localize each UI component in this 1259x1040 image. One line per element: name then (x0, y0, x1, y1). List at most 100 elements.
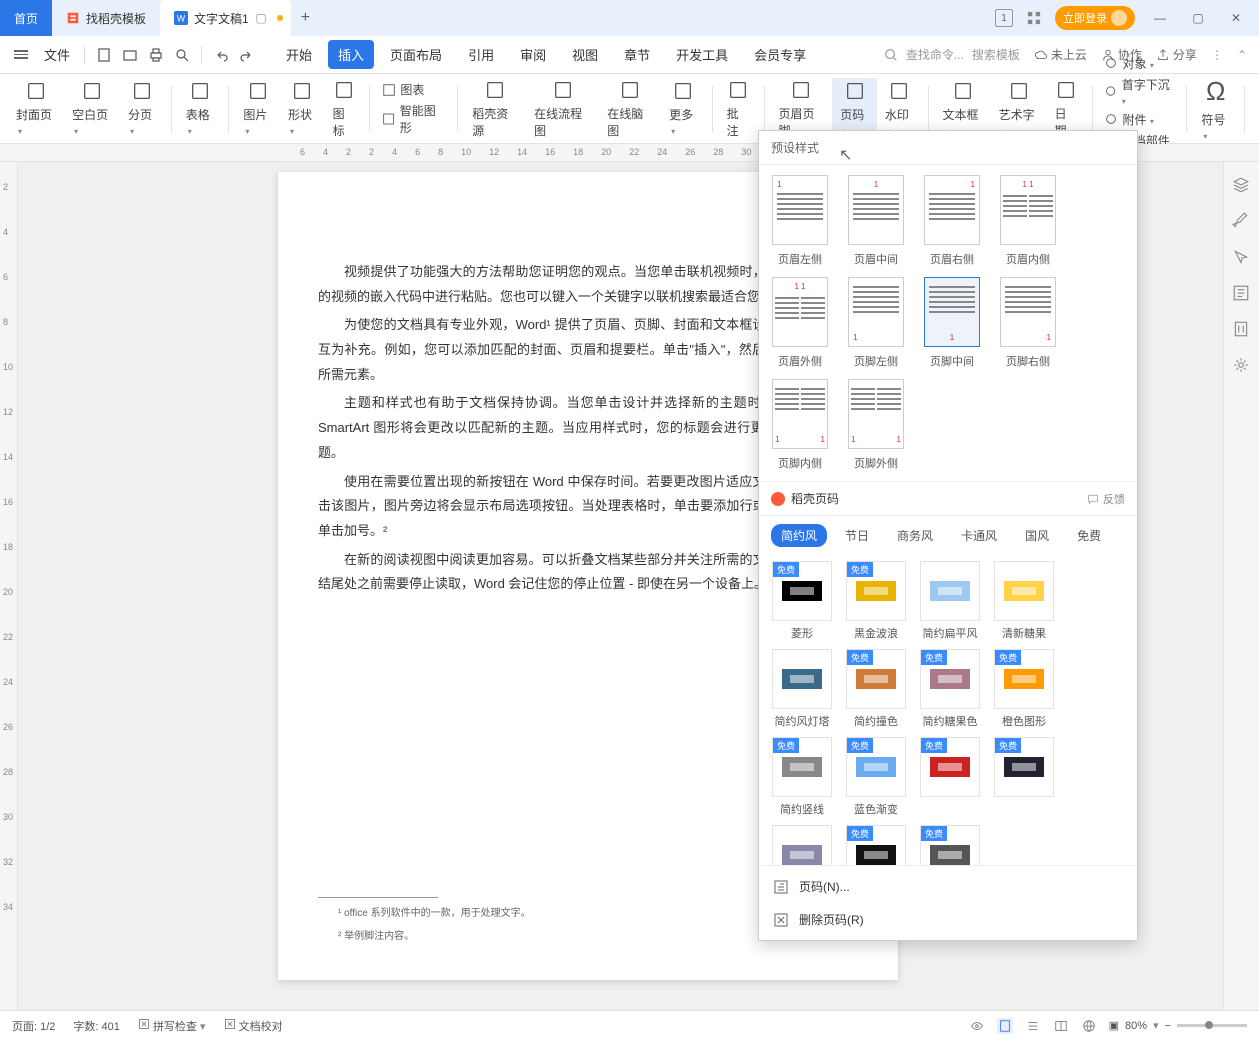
outline-view-icon[interactable] (1025, 1018, 1041, 1034)
settings-icon[interactable] (1232, 356, 1252, 376)
ribbon-图片[interactable]: 图片▾ (235, 78, 280, 140)
ribbon-分页[interactable]: 分页▾ (120, 78, 165, 140)
spell-check[interactable]: 拼写检查 ▾ (138, 1018, 206, 1034)
ribbon-封面页[interactable]: 封面页▾ (8, 78, 64, 140)
layers-icon[interactable] (1232, 176, 1252, 196)
template-简约扁平风[interactable]: 简约扁平风 (917, 561, 983, 641)
zoom-fit-icon[interactable]: ▣ (1109, 1019, 1119, 1032)
preset-页眉中间[interactable]: 1页眉中间 (843, 175, 909, 267)
ribbon-tab-7[interactable]: 开发工具 (666, 40, 738, 69)
styles-icon[interactable] (1232, 284, 1252, 304)
ribbon-对象[interactable]: 对象 ▾ (1104, 55, 1174, 72)
file-menu[interactable]: 文件 (38, 45, 76, 64)
ribbon-tab-5[interactable]: 视图 (562, 40, 608, 69)
ribbon-空白页[interactable]: 空白页▾ (64, 78, 120, 140)
template-清新糖果[interactable]: 清新糖果 (991, 561, 1057, 641)
zoom-slider[interactable] (1177, 1024, 1247, 1027)
word-count[interactable]: 字数: 401 (73, 1018, 119, 1034)
ribbon-附件[interactable]: 附件 ▾ (1104, 111, 1174, 128)
doc-proofing[interactable]: 文档校对 (224, 1018, 283, 1034)
ribbon-批注[interactable]: 批注 (719, 78, 758, 140)
web-view-icon[interactable] (1081, 1018, 1097, 1034)
cloud-status[interactable]: 未上云 (1034, 46, 1087, 63)
ribbon-在线脑图[interactable]: 在线脑图 (599, 78, 661, 140)
ribbon-符号[interactable]: Ω符号▾ (1193, 78, 1238, 140)
page-number-options[interactable]: 页码(N)... (759, 870, 1137, 903)
close-window-button[interactable]: ✕ (1223, 11, 1249, 25)
new-tab-button[interactable]: + (291, 0, 320, 36)
minimize-button[interactable]: — (1147, 11, 1173, 25)
ribbon-tab-1[interactable]: 插入 (328, 40, 374, 69)
maximize-button[interactable]: ▢ (1185, 11, 1211, 25)
ribbon-tab-2[interactable]: 页面布局 (380, 40, 452, 69)
preset-页脚右侧[interactable]: 1页脚右侧 (995, 277, 1061, 369)
thesaurus-icon[interactable] (1232, 320, 1252, 340)
ribbon-图标[interactable]: 图标 (325, 78, 364, 140)
reading-view-icon[interactable] (1053, 1018, 1069, 1034)
open-file-icon[interactable] (119, 44, 141, 66)
ribbon-更多[interactable]: 更多▾ (661, 78, 706, 140)
ribbon-表格[interactable]: 表格▾ (178, 78, 223, 140)
ribbon-形状[interactable]: 形状▾ (280, 78, 325, 140)
window-mode-icon[interactable]: 1 (995, 9, 1013, 27)
eye-mode-icon[interactable] (969, 1018, 985, 1034)
ribbon-稻壳资源[interactable]: 稻壳资源 (464, 78, 526, 140)
home-tab[interactable]: 首页 (0, 0, 52, 36)
ribbon-tab-6[interactable]: 章节 (614, 40, 660, 69)
template-黑金波浪[interactable]: 免费黑金波浪 (843, 561, 909, 641)
template-蓝色渐变[interactable]: 免费蓝色渐变 (843, 737, 909, 817)
ribbon-tab-3[interactable]: 引用 (458, 40, 504, 69)
zoom-level[interactable]: 80% (1125, 1020, 1147, 1032)
preset-页眉内侧[interactable]: 11页眉内侧 (995, 175, 1061, 267)
redo-icon[interactable] (236, 44, 258, 66)
template-简约糖果色[interactable]: 免费简约糖果色 (917, 649, 983, 729)
ribbon-tab-8[interactable]: 会员专享 (744, 40, 816, 69)
print-icon[interactable] (145, 44, 167, 66)
style-tab-卡通风[interactable]: 卡通风 (951, 524, 1007, 547)
template-10[interactable]: 免费 (917, 737, 983, 817)
preset-页脚外侧[interactable]: 11页脚外侧 (843, 379, 909, 471)
undo-icon[interactable] (210, 44, 232, 66)
template-橙色图形[interactable]: 免费橙色图形 (991, 649, 1057, 729)
pen-icon[interactable] (1232, 212, 1252, 232)
collapse-ribbon-icon[interactable]: ⌃ (1237, 48, 1247, 62)
document-tab[interactable]: W 文字文稿1 ▢ (160, 0, 291, 36)
style-tab-国风[interactable]: 国风 (1015, 524, 1059, 547)
template-简约风灯塔[interactable]: 简约风灯塔 (769, 649, 835, 729)
preset-页眉右侧[interactable]: 1页眉右侧 (919, 175, 985, 267)
template-14[interactable]: 免费 (917, 825, 983, 865)
template-12[interactable] (769, 825, 835, 865)
login-button[interactable]: 立即登录 (1055, 6, 1135, 30)
preset-页脚内侧[interactable]: 11页脚内侧 (767, 379, 833, 471)
delete-page-number[interactable]: 删除页码(R) (759, 903, 1137, 936)
style-tab-商务风[interactable]: 商务风 (887, 524, 943, 547)
command-search[interactable]: 查找命令... 搜索模板 (884, 46, 1020, 63)
ribbon-在线流程图[interactable]: 在线流程图 (526, 78, 599, 140)
ribbon-tab-0[interactable]: 开始 (276, 40, 322, 69)
ribbon-图表[interactable]: 图表 (382, 81, 445, 98)
more-menu-icon[interactable]: ⋮ (1211, 48, 1223, 62)
preset-页眉左侧[interactable]: 1页眉左侧 (767, 175, 833, 267)
style-tab-免费[interactable]: 免费 (1067, 524, 1111, 547)
hamburger-menu-icon[interactable] (14, 50, 28, 59)
template-11[interactable]: 免费 (991, 737, 1057, 817)
close-tab-icon[interactable]: ▢ (255, 11, 266, 25)
apps-grid-icon[interactable] (1025, 9, 1043, 27)
page-layout-view-icon[interactable] (997, 1018, 1013, 1034)
feedback-button[interactable]: 反馈 (1087, 491, 1125, 507)
new-file-icon[interactable] (93, 44, 115, 66)
ribbon-tab-4[interactable]: 审阅 (510, 40, 556, 69)
template-13[interactable]: 免费 (843, 825, 909, 865)
style-tab-节日[interactable]: 节日 (835, 524, 879, 547)
ribbon-智能图形[interactable]: 智能图形 (382, 102, 445, 136)
style-tab-简约风[interactable]: 简约风 (771, 524, 827, 547)
select-icon[interactable] (1232, 248, 1252, 268)
template-菱形[interactable]: 免费菱形 (769, 561, 835, 641)
template-简约竖线[interactable]: 免费简约竖线 (769, 737, 835, 817)
zoom-out-button[interactable]: − (1165, 1020, 1171, 1032)
template-简约撞色[interactable]: 免费简约撞色 (843, 649, 909, 729)
preset-页眉外侧[interactable]: 11页眉外侧 (767, 277, 833, 369)
template-tab[interactable]: 找稻壳模板 (52, 0, 160, 36)
page-indicator[interactable]: 页面: 1/2 (12, 1018, 55, 1034)
zoom-control[interactable]: ▣ 80% ▾ − (1109, 1019, 1247, 1032)
